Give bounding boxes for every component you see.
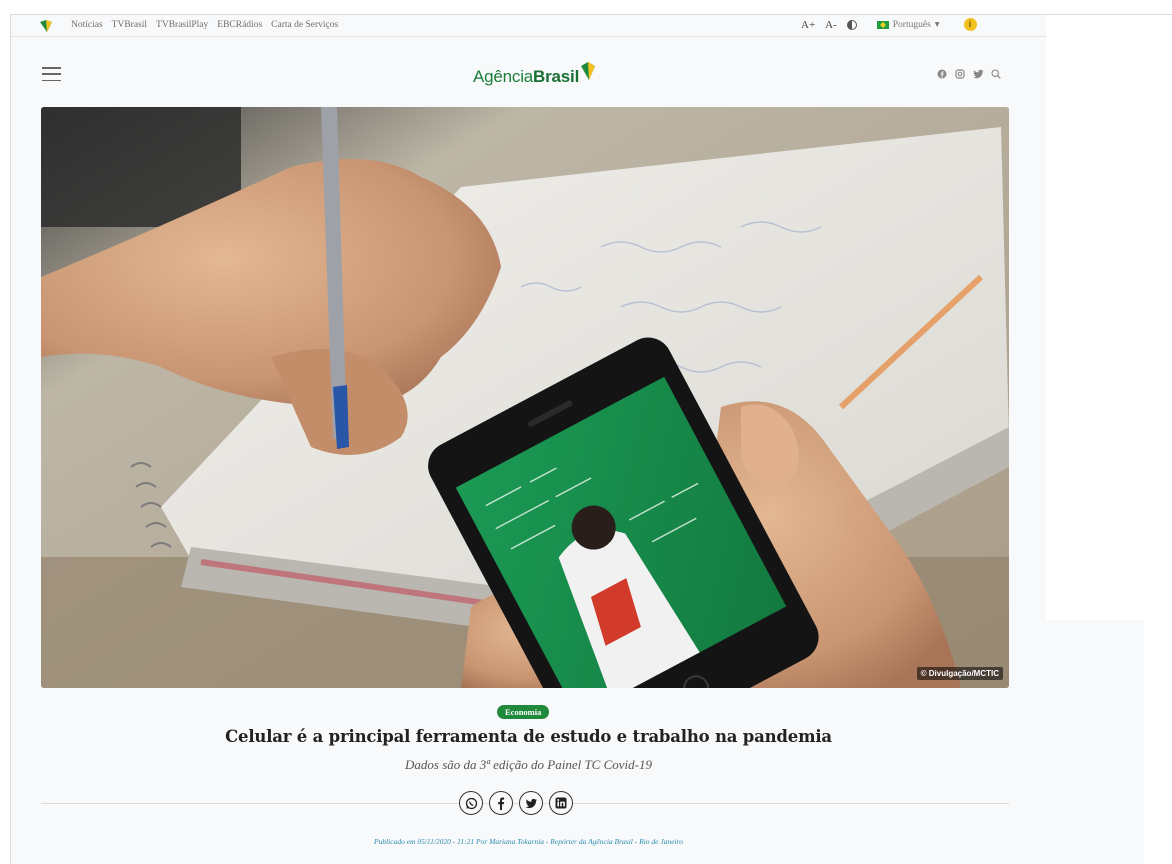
hero-image: © Divulgação/MCTIC — [41, 107, 1009, 688]
whatsapp-icon[interactable] — [459, 791, 483, 815]
language-selector[interactable]: Português ▾ — [876, 19, 940, 30]
instagram-icon[interactable] — [955, 69, 965, 79]
photo-credit: © Divulgação/MCTIC — [916, 667, 1003, 680]
chevron-down-icon: ▾ — [934, 20, 940, 30]
share-bar — [41, 791, 1009, 815]
link-carta-servicos[interactable]: Carta de Serviços — [271, 20, 338, 30]
search-icon[interactable] — [991, 69, 1001, 79]
brand-name: AgênciaBrasil — [473, 67, 580, 86]
brand-mark-icon — [581, 62, 596, 80]
header-social-links — [937, 69, 1001, 79]
category-badge[interactable]: Economia — [497, 705, 550, 719]
article-byline[interactable]: Publicado em 05/11/2020 - 11:21 Por Mari… — [11, 837, 1046, 846]
article-title: Celular é a principal ferramenta de estu… — [225, 727, 832, 746]
info-icon[interactable]: i — [963, 18, 977, 31]
brazil-flag-icon — [876, 20, 889, 29]
link-tvbrasil[interactable]: TVBrasil — [112, 20, 147, 30]
agencia-brasil-logo[interactable]: AgênciaBrasil — [473, 61, 596, 87]
site-container: Notícias TVBrasil TVBrasilPlay EBCRádios… — [11, 15, 1046, 864]
site-header: AgênciaBrasil — [11, 45, 1046, 101]
font-decrease-button[interactable]: A- — [825, 19, 837, 31]
portal-links: Notícias TVBrasil TVBrasilPlay EBCRádios… — [71, 20, 338, 30]
twitter-icon[interactable] — [519, 791, 543, 815]
accessibility-tools: A+ A- Português ▾ i — [801, 18, 977, 31]
link-tvbrasilplay[interactable]: TVBrasilPlay — [156, 20, 208, 30]
twitter-icon[interactable] — [973, 69, 984, 79]
utility-bar: Notícias TVBrasil TVBrasilPlay EBCRádios… — [11, 15, 1046, 37]
background-band — [1046, 620, 1144, 864]
article-subtitle: Dados são da 3ª edição do Painel TC Covi… — [405, 757, 652, 772]
ebc-logo-icon[interactable] — [39, 19, 53, 33]
link-noticias[interactable]: Notícias — [71, 20, 103, 30]
facebook-icon[interactable] — [489, 791, 513, 815]
font-increase-button[interactable]: A+ — [801, 19, 815, 31]
hamburger-menu-icon[interactable] — [42, 67, 61, 81]
share-icons — [459, 791, 573, 815]
hero-photo-illustration — [41, 107, 1009, 688]
facebook-icon[interactable] — [937, 69, 947, 79]
page: Notícias TVBrasil TVBrasilPlay EBCRádios… — [0, 0, 1172, 864]
language-label: Português — [892, 19, 931, 30]
linkedin-icon[interactable] — [549, 791, 573, 815]
link-ebcradios[interactable]: EBCRádios — [217, 20, 262, 30]
contrast-icon[interactable] — [846, 19, 857, 30]
